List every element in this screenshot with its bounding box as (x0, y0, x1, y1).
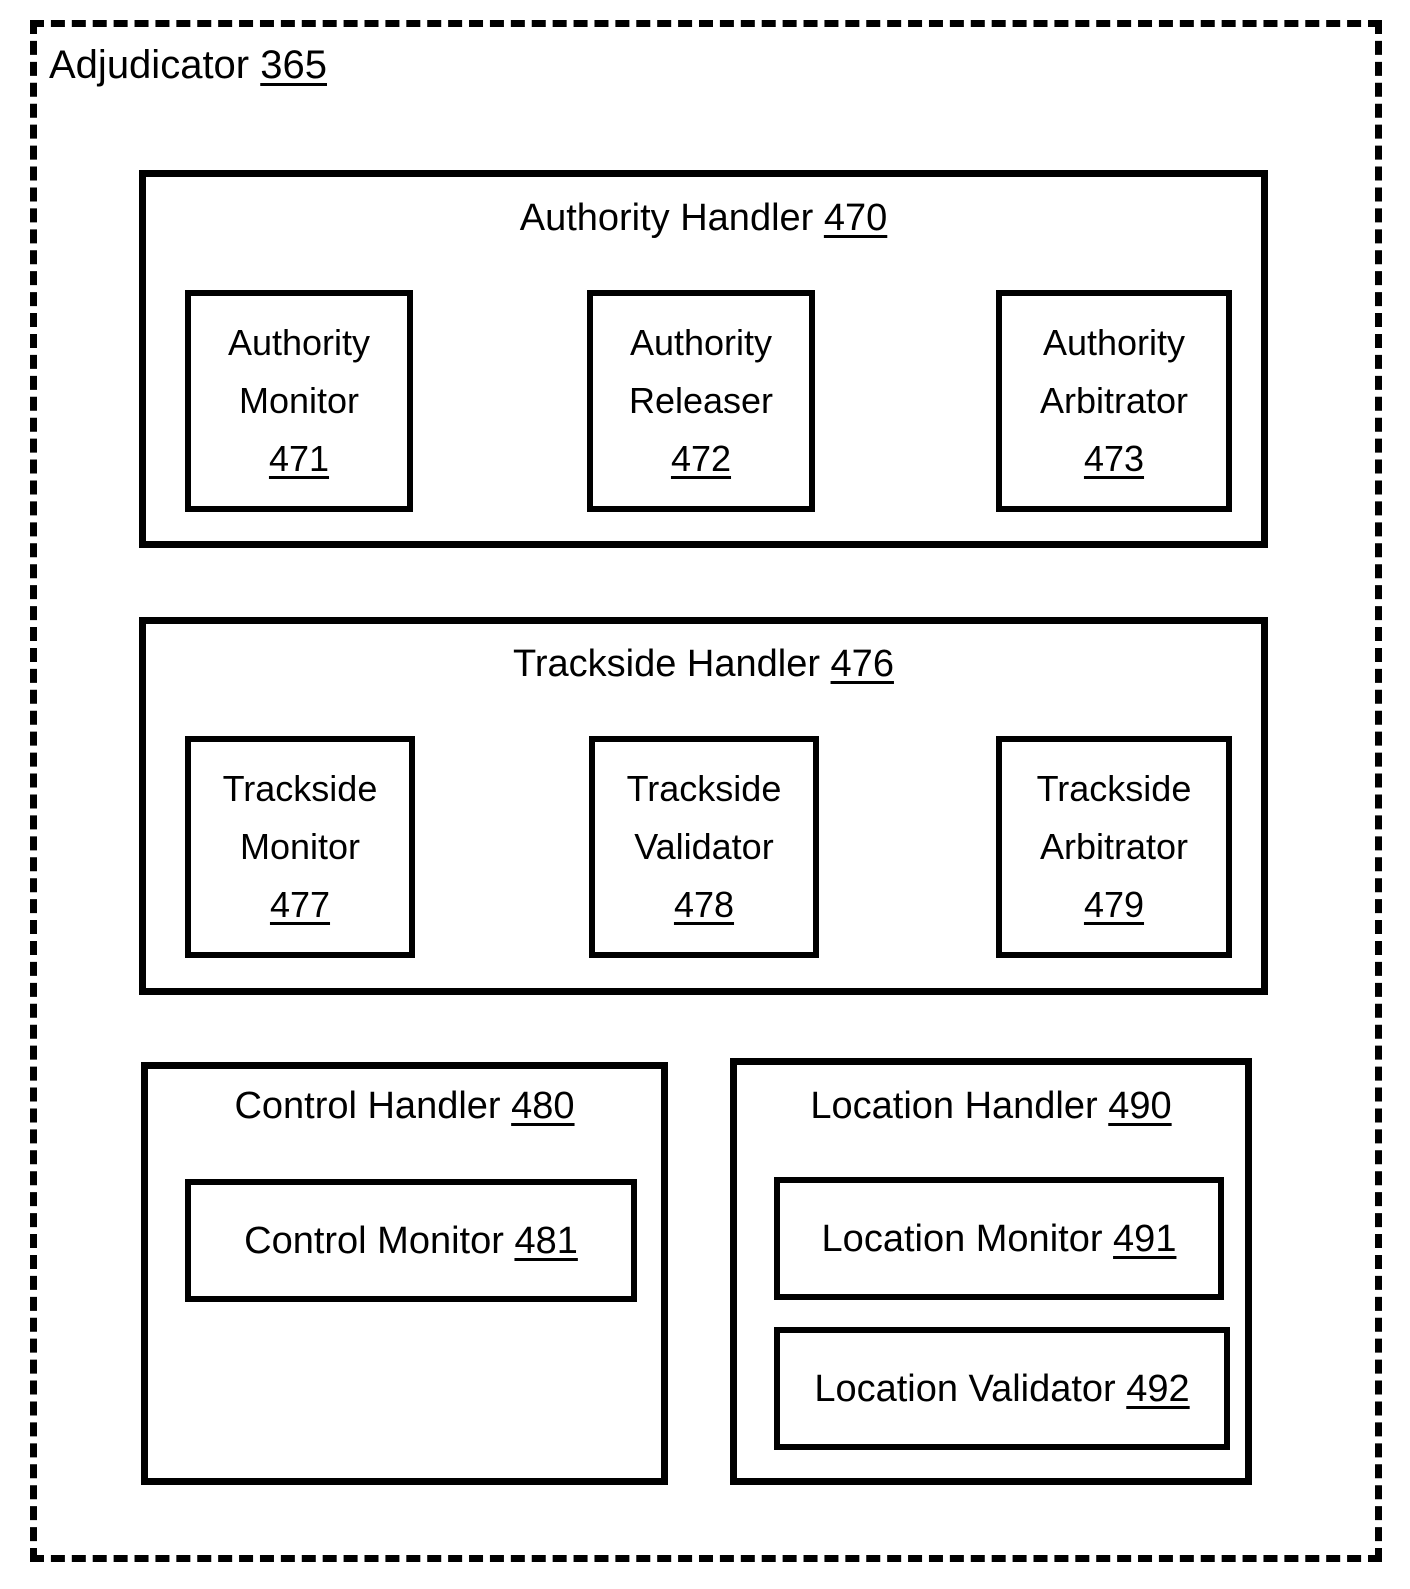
location-handler-title-label: Location Handler (810, 1085, 1098, 1127)
trackside-monitor-label: Trackside Monitor 477 (223, 760, 378, 934)
trackside-arbitrator-ref-numeral: 479 (1083, 884, 1145, 925)
trackside-handler-title: Trackside Handler 476 (146, 641, 1261, 687)
authority-handler-box: Authority Handler 470 Authority Monitor … (139, 170, 1268, 548)
location-validator-box: Location Validator 492 (774, 1327, 1230, 1450)
control-monitor-text: Control Monitor (244, 1219, 504, 1262)
authority-releaser-box: Authority Releaser 472 (587, 290, 815, 512)
trackside-validator-line1: Trackside (626, 768, 782, 809)
authority-handler-title: Authority Handler 470 (146, 195, 1261, 241)
trackside-monitor-box: Trackside Monitor 477 (185, 736, 415, 958)
control-monitor-label: Control Monitor 481 (244, 1217, 578, 1265)
location-monitor-label: Location Monitor 491 (822, 1215, 1177, 1263)
authority-releaser-line1: Authority (629, 322, 773, 363)
authority-releaser-label: Authority Releaser 472 (629, 314, 773, 488)
authority-handler-title-gap (813, 197, 824, 239)
adjudicator-title: Adjudicator 365 (47, 40, 333, 90)
trackside-validator-line2: Validator (634, 826, 774, 867)
trackside-validator-box: Trackside Validator 478 (589, 736, 819, 958)
control-handler-ref-numeral: 480 (511, 1085, 575, 1127)
location-validator-ref-numeral: 492 (1126, 1367, 1190, 1410)
control-monitor-ref-numeral: 481 (514, 1219, 578, 1262)
location-validator-text: Location Validator (814, 1367, 1116, 1410)
trackside-handler-ref-numeral: 476 (830, 643, 894, 685)
authority-monitor-box: Authority Monitor 471 (185, 290, 413, 512)
location-handler-ref-numeral: 490 (1108, 1085, 1172, 1127)
authority-handler-ref-numeral: 470 (823, 197, 888, 239)
adjudicator-ref-numeral: 365 (260, 43, 327, 87)
authority-releaser-ref-numeral: 472 (670, 438, 732, 479)
control-handler-box: Control Handler 480 Control Monitor 481 (141, 1062, 668, 1485)
trackside-validator-label: Trackside Validator 478 (627, 760, 782, 934)
authority-handler-title-label: Authority Handler (519, 197, 814, 239)
authority-monitor-ref-numeral: 471 (268, 438, 330, 479)
authority-monitor-line2: Monitor (238, 380, 360, 421)
control-handler-title-label: Control Handler (234, 1085, 501, 1127)
location-monitor-ref-numeral: 491 (1113, 1217, 1177, 1260)
trackside-handler-title-gap (820, 643, 831, 685)
trackside-monitor-line2: Monitor (239, 826, 361, 867)
location-handler-title-gap (1098, 1085, 1109, 1127)
trackside-monitor-ref-numeral: 477 (269, 884, 331, 925)
authority-monitor-line1: Authority (227, 322, 371, 363)
location-handler-title: Location Handler 490 (737, 1083, 1245, 1129)
trackside-handler-title-label: Trackside Handler (513, 643, 820, 685)
location-handler-box: Location Handler 490 Location Monitor 49… (730, 1058, 1252, 1485)
authority-arbitrator-line1: Authority (1042, 322, 1186, 363)
trackside-arbitrator-line1: Trackside (1036, 768, 1192, 809)
trackside-handler-box: Trackside Handler 476 Trackside Monitor … (139, 617, 1268, 995)
trackside-arbitrator-label: Trackside Arbitrator 479 (1037, 760, 1192, 934)
trackside-validator-ref-numeral: 478 (673, 884, 735, 925)
control-handler-title: Control Handler 480 (148, 1083, 661, 1129)
authority-monitor-label: Authority Monitor 471 (228, 314, 370, 488)
trackside-arbitrator-box: Trackside Arbitrator 479 (996, 736, 1232, 958)
authority-releaser-line2: Releaser (628, 380, 774, 421)
location-monitor-box: Location Monitor 491 (774, 1177, 1224, 1300)
authority-arbitrator-ref-numeral: 473 (1083, 438, 1145, 479)
location-validator-label: Location Validator 492 (814, 1365, 1189, 1413)
control-handler-title-gap (501, 1085, 512, 1127)
patent-figure-adjudicator: Adjudicator 365 Authority Handler 470 Au… (0, 0, 1410, 1589)
authority-arbitrator-line2: Arbitrator (1039, 380, 1189, 421)
authority-arbitrator-label: Authority Arbitrator 473 (1040, 314, 1188, 488)
control-monitor-box: Control Monitor 481 (185, 1179, 637, 1302)
trackside-arbitrator-line2: Arbitrator (1039, 826, 1189, 867)
authority-arbitrator-box: Authority Arbitrator 473 (996, 290, 1232, 512)
location-monitor-text: Location Monitor (821, 1217, 1103, 1260)
adjudicator-title-label: Adjudicator (49, 43, 250, 87)
trackside-monitor-line1: Trackside (222, 768, 378, 809)
